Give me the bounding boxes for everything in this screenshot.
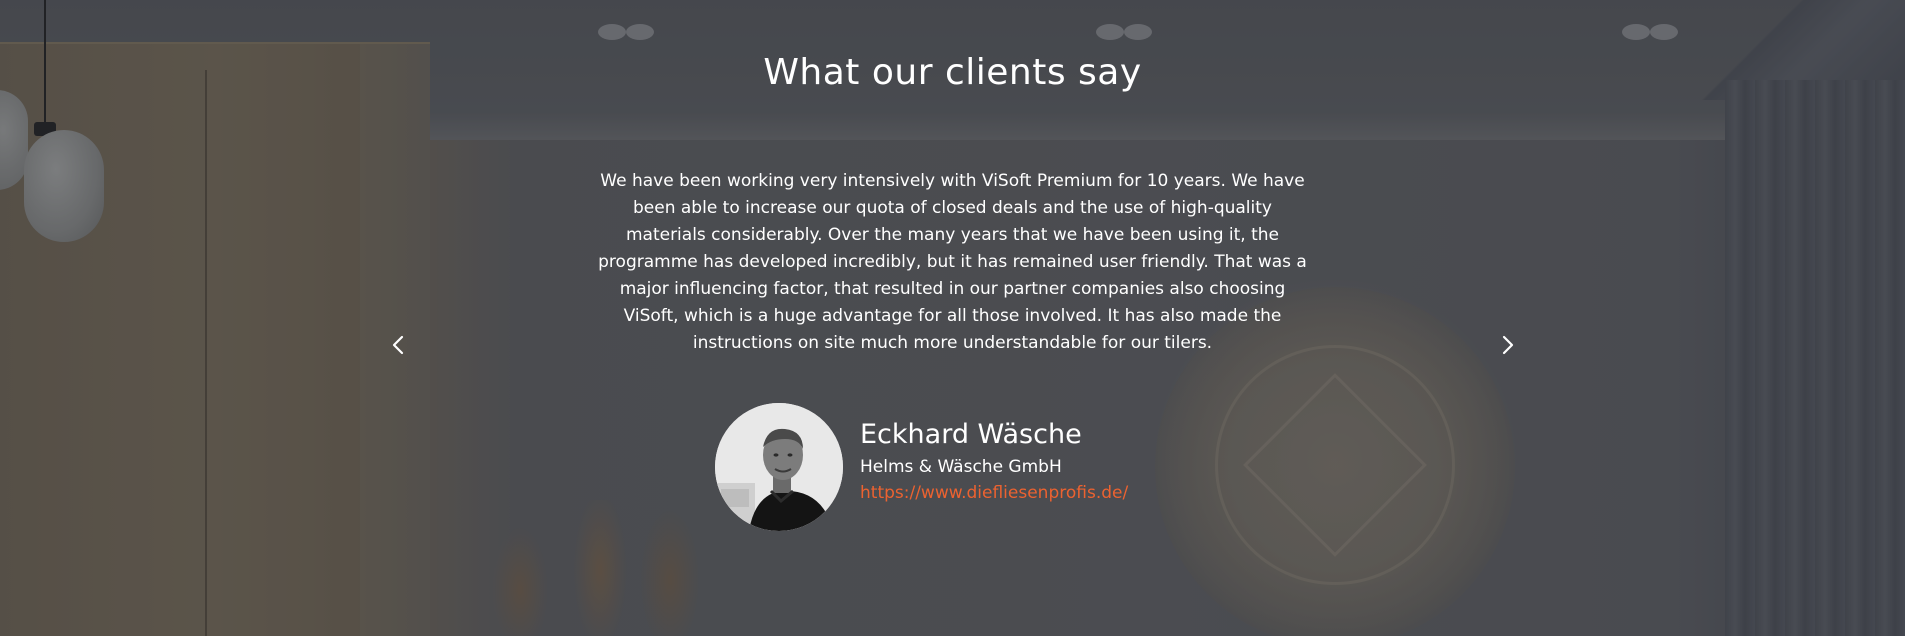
slider-next-button[interactable]	[1494, 331, 1522, 359]
avatar	[715, 403, 843, 531]
chevron-right-icon	[1502, 335, 1514, 355]
chevron-left-icon	[392, 335, 404, 355]
author-company: Helms & Wäsche GmbH	[860, 457, 1062, 477]
author-name: Eckhard Wäsche	[860, 419, 1082, 450]
testimonial-quote: We have been working very intensively wi…	[598, 171, 1307, 353]
testimonials-section: What our clients say We have been workin…	[0, 0, 1905, 636]
author-website-link[interactable]: https://www.diefliesenprofis.de/	[860, 481, 1128, 506]
slider-prev-button[interactable]	[384, 331, 412, 359]
author-info: Eckhard Wäsche Helms & Wäsche GmbH https…	[860, 418, 1128, 506]
author-photo	[715, 403, 843, 531]
testimonial-author: Eckhard Wäsche Helms & Wäsche GmbH https…	[715, 403, 1128, 531]
testimonial-slider: What our clients say We have been workin…	[0, 0, 1905, 636]
section-title: What our clients say	[763, 52, 1142, 93]
